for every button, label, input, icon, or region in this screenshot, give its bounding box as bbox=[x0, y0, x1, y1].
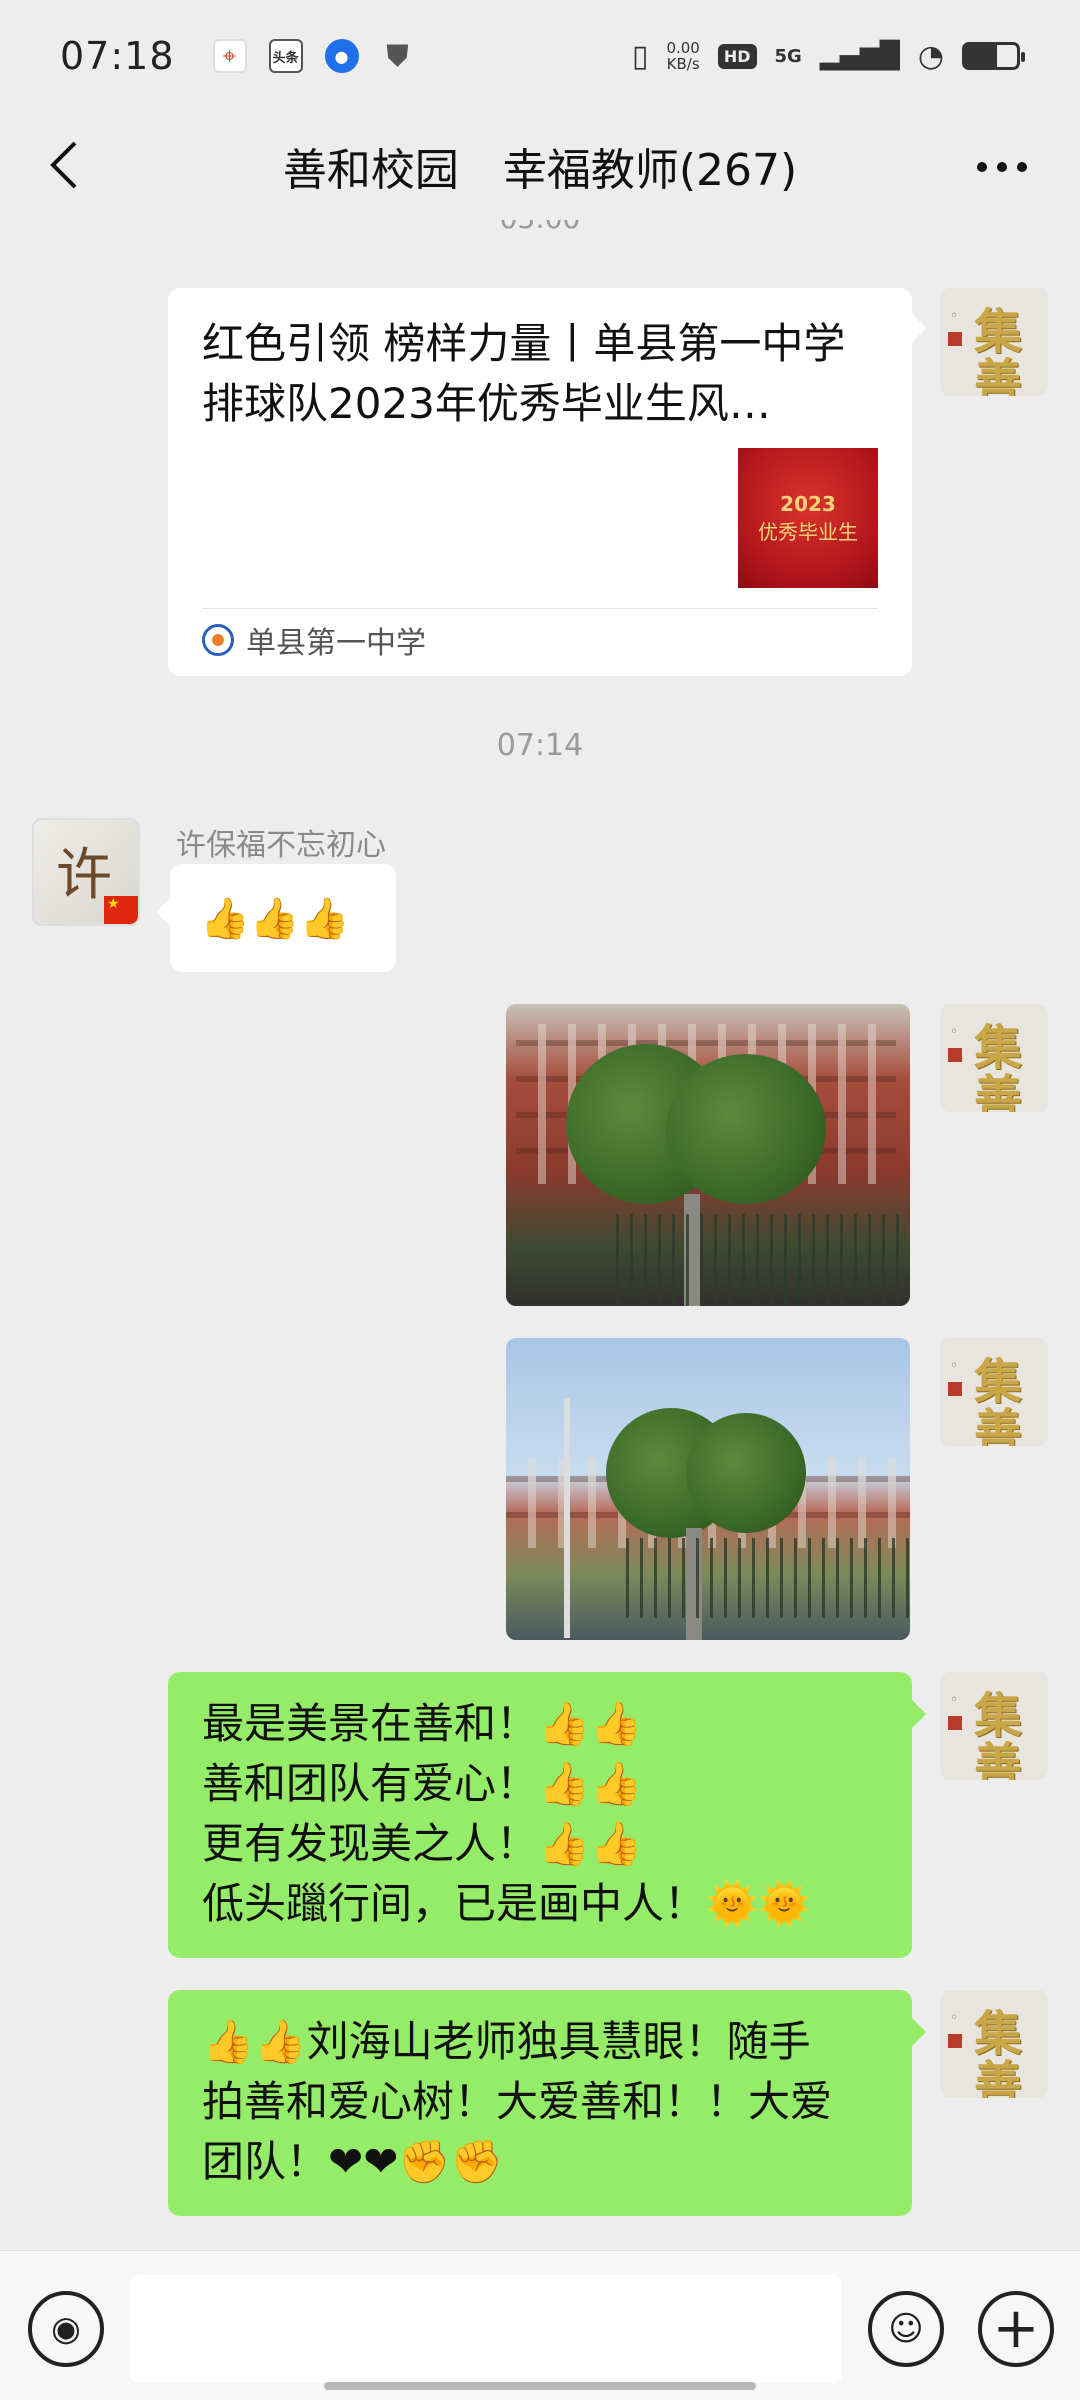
avatar-seal bbox=[948, 1382, 962, 1396]
avatar-mark: ◦ bbox=[950, 2010, 959, 2026]
message-bubble-self[interactable]: 最是美景在善和！👍👍 善和团队有爱心！👍👍 更有发现美之人！👍👍 低头躐行间，已… bbox=[168, 1672, 912, 1958]
avatar-seal bbox=[948, 1716, 962, 1730]
more-dot bbox=[977, 162, 987, 172]
clock: 07:18 bbox=[60, 34, 175, 78]
map-pin-icon: ⌖ bbox=[212, 39, 247, 73]
message-line: 最是美景在善和！👍👍 bbox=[202, 1699, 643, 1748]
vibrate-icon: ▯ bbox=[631, 38, 649, 74]
bubble-tail bbox=[912, 314, 926, 342]
more-button[interactable] bbox=[962, 142, 1042, 192]
emoji-button[interactable]: ☺ bbox=[868, 2291, 944, 2367]
message-line: 团队！❤❤✊✊ bbox=[202, 2137, 503, 2186]
more-dot bbox=[1017, 162, 1027, 172]
photo-message[interactable] bbox=[506, 1004, 910, 1306]
message-line: 善和团队有爱心！👍👍 bbox=[202, 1759, 643, 1808]
source-name: 单县第一中学 bbox=[246, 626, 426, 661]
avatar-glyph: 善 bbox=[974, 1404, 1023, 1446]
net-speed: 0.00 KB/s bbox=[666, 40, 699, 72]
bubble-tail bbox=[912, 2018, 926, 2046]
chat-title: 善和校园 幸福教师(267) bbox=[282, 145, 798, 196]
divider bbox=[202, 608, 878, 609]
thumb-year: 2023 bbox=[780, 491, 836, 516]
thumb-text: 优秀毕业生 bbox=[758, 519, 858, 544]
avatar-other[interactable]: 许 bbox=[32, 818, 140, 926]
avatar-glyph: 善 bbox=[974, 1070, 1023, 1112]
avatar-self[interactable]: ◦ 集 善 bbox=[940, 1990, 1048, 2098]
school-logo-icon bbox=[202, 624, 234, 656]
voice-icon: ◉ bbox=[51, 2309, 81, 2349]
signal-5g: 5G bbox=[774, 45, 802, 67]
net-speed-value: 0.00 bbox=[666, 39, 700, 57]
system-icons: ▯ 0.00 KB/s HD 5G ▂▄▆█ ◔ bbox=[631, 38, 1025, 74]
tree bbox=[686, 1413, 806, 1533]
timestamp-partial: 05:00 bbox=[0, 220, 1080, 235]
back-button[interactable] bbox=[30, 130, 100, 200]
message-text: 👍👍👍 bbox=[200, 896, 350, 942]
message-line: 拍善和爱心树！大爱善和！！大爱 bbox=[202, 2077, 833, 2126]
avatar-glyph: 善 bbox=[974, 1738, 1023, 1780]
input-bar: ◉ ☺ + bbox=[0, 2250, 1080, 2400]
chevron-left-icon bbox=[50, 141, 77, 189]
message-line: 👍👍刘海山老师独具慧眼！随手 bbox=[202, 2017, 811, 2066]
link-card-title: 红色引领 榜样力量丨单县第一中学排球队2023年优秀毕业生风… bbox=[202, 319, 846, 428]
avatar-glyph: 善 bbox=[974, 2056, 1023, 2098]
bubble-tail bbox=[156, 898, 170, 926]
toutiao-icon: 头条 bbox=[268, 39, 303, 73]
chat-area[interactable]: 05:00 红色引领 榜样力量丨单县第一中学排球队2023年优秀毕业生风… 20… bbox=[0, 220, 1080, 2250]
message-line: 低头躐行间，已是画中人！🌞🌞 bbox=[202, 1879, 811, 1928]
avatar-self[interactable]: ◦ 集 善 bbox=[940, 288, 1048, 396]
link-card-source: 单县第一中学 bbox=[202, 618, 426, 662]
avatar-mark: ◦ bbox=[950, 1692, 959, 1708]
chat-header: 善和校园 幸福教师(267) bbox=[0, 112, 1080, 220]
avatar-seal bbox=[948, 1048, 962, 1062]
plus-icon: + bbox=[992, 2296, 1040, 2361]
lamp-post bbox=[564, 1398, 570, 1638]
tree bbox=[666, 1054, 826, 1204]
avatar-glyph: 善 bbox=[974, 354, 1023, 396]
link-card-thumbnail: 2023 优秀毕业生 bbox=[738, 448, 878, 588]
app-icon: ● bbox=[324, 39, 359, 73]
hd-icon: HD bbox=[717, 43, 757, 69]
avatar-self[interactable]: ◦ 集 善 bbox=[940, 1672, 1048, 1780]
message-input[interactable] bbox=[130, 2275, 842, 2383]
home-indicator[interactable] bbox=[324, 2382, 756, 2390]
flag-icon bbox=[104, 896, 138, 924]
fence bbox=[616, 1214, 910, 1306]
avatar-mark: ◦ bbox=[950, 1358, 959, 1374]
photo-message[interactable] bbox=[506, 1338, 910, 1640]
smiley-icon: ☺ bbox=[888, 2309, 924, 2349]
avatar-mark: ◦ bbox=[950, 1024, 959, 1040]
status-bar: 07:18 ⌖ 头条 ● ⛊ ▯ 0.00 KB/s HD 5G ▂▄▆█ ◔ bbox=[0, 0, 1080, 112]
sender-name: 许保福不忘初心 bbox=[176, 828, 386, 863]
avatar-seal bbox=[948, 2034, 962, 2048]
signal-bars-icon: ▂▄▆█ bbox=[819, 41, 900, 71]
message-bubble-other[interactable]: 👍👍👍 bbox=[170, 864, 396, 972]
more-dot bbox=[997, 162, 1007, 172]
voice-button[interactable]: ◉ bbox=[28, 2291, 104, 2367]
net-speed-unit: KB/s bbox=[666, 55, 700, 73]
battery-icon bbox=[962, 42, 1025, 70]
message-bubble-self[interactable]: 👍👍刘海山老师独具慧眼！随手 拍善和爱心树！大爱善和！！大爱 团队！❤❤✊✊ bbox=[168, 1990, 912, 2216]
more-functions-button[interactable]: + bbox=[978, 2291, 1054, 2367]
avatar-mark: ◦ bbox=[950, 308, 959, 324]
bubble-tail bbox=[912, 1700, 926, 1728]
link-card[interactable]: 红色引领 榜样力量丨单县第一中学排球队2023年优秀毕业生风… 2023 优秀毕… bbox=[168, 288, 912, 676]
message-line: 更有发现美之人！👍👍 bbox=[202, 1819, 643, 1868]
notification-icons: ⌖ 头条 ● ⛊ bbox=[212, 38, 415, 74]
wifi-icon: ◔ bbox=[917, 38, 944, 74]
fence bbox=[626, 1538, 910, 1618]
avatar-seal bbox=[948, 332, 962, 346]
avatar-self[interactable]: ◦ 集 善 bbox=[940, 1338, 1048, 1446]
timestamp: 07:14 bbox=[496, 728, 584, 763]
shield-icon: ⛊ bbox=[386, 38, 409, 74]
avatar-self[interactable]: ◦ 集 善 bbox=[940, 1004, 1048, 1112]
